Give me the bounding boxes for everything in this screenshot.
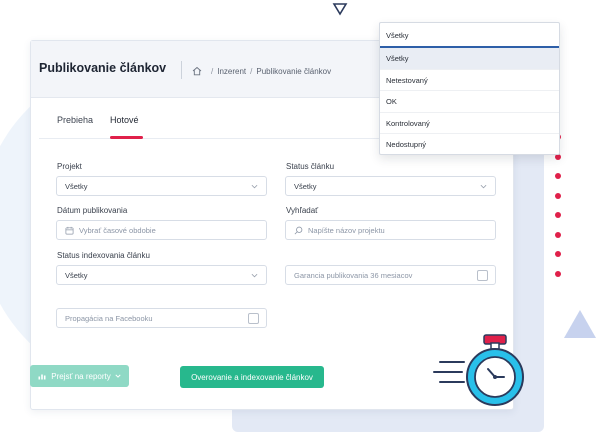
status-dropdown-menu: Všetky Všetky Netestovaný OK Kontrolovan… [379,22,560,155]
propagacia-label: Propagácia na Facebooku [65,313,153,323]
stopwatch-icon [433,334,524,406]
header-divider [181,61,182,79]
breadcrumb: / Inzerent / Publikovanie článkov [181,61,332,79]
garancia-label: Garancia publikovania 36 mesiacov [294,270,413,280]
breadcrumb-item-inzerent[interactable]: Inzerent [217,67,246,76]
tab-hotove[interactable]: Hotové [110,115,139,125]
garancia-checkbox-field[interactable]: Garancia publikovania 36 mesiacov [285,265,496,285]
dropdown-option-ok[interactable]: OK [380,91,559,113]
garancia-checkbox[interactable] [477,270,488,281]
vyhladat-label: Vyhľadať [286,206,319,215]
triangle-decoration-icon [332,3,348,16]
status-clanku-select[interactable]: Všetky [285,176,496,196]
dots-decoration [555,134,565,290]
status-indexovania-value: Všetky [65,270,88,280]
datum-picker[interactable]: Vybrať časové obdobie [56,220,267,240]
dropdown-option-nedostupny[interactable]: Nedostupný [380,134,559,156]
search-input[interactable]: Napíšte názov projektu [285,220,496,240]
verify-index-button[interactable]: Overovanie a indexovanie článkov [180,366,324,388]
home-icon[interactable] [192,66,202,76]
search-placeholder: Napíšte názov projektu [308,225,385,235]
dropdown-option-kontrolovany[interactable]: Kontrolovaný [380,113,559,134]
datum-label: Dátum publikovania [57,206,128,215]
datum-placeholder: Vybrať časové obdobie [79,225,156,235]
projekt-value: Všetky [65,181,88,191]
page-title: Publikovanie článkov [39,61,167,75]
triangle-decoration-icon [564,310,596,338]
tab-prebieha[interactable]: Prebieha [57,115,93,125]
chevron-down-icon [251,184,258,189]
status-clanku-value: Všetky [294,181,317,191]
chevron-down-icon [251,273,258,278]
projekt-select[interactable]: Všetky [56,176,267,196]
propagacia-checkbox-field[interactable]: Propagácia na Facebooku [56,308,267,328]
status-indexovania-label: Status indexovania článku [57,251,150,260]
propagacia-checkbox[interactable] [248,313,259,324]
dropdown-option-vsetky[interactable]: Všetky [380,48,559,70]
calendar-icon [65,226,74,234]
status-clanku-label: Status článku [286,162,335,171]
active-tab-indicator [110,136,143,139]
search-icon [294,226,303,234]
chevron-down-icon [480,184,487,189]
chevron-down-icon [115,374,121,378]
dropdown-current-value[interactable]: Všetky [380,23,559,48]
bar-chart-icon [38,374,46,379]
report-button-label: Prejsť na reporty [51,371,111,381]
dropdown-option-netestovany[interactable]: Netestovaný [380,70,559,91]
status-indexovania-select[interactable]: Všetky [56,265,267,285]
breadcrumb-item-current: Publikovanie článkov [256,66,332,76]
dropdown-options: Všetky Netestovaný OK Kontrolovaný Nedos… [380,48,559,156]
projekt-label: Projekt [57,162,82,171]
report-button[interactable]: Prejsť na reporty [30,365,129,387]
